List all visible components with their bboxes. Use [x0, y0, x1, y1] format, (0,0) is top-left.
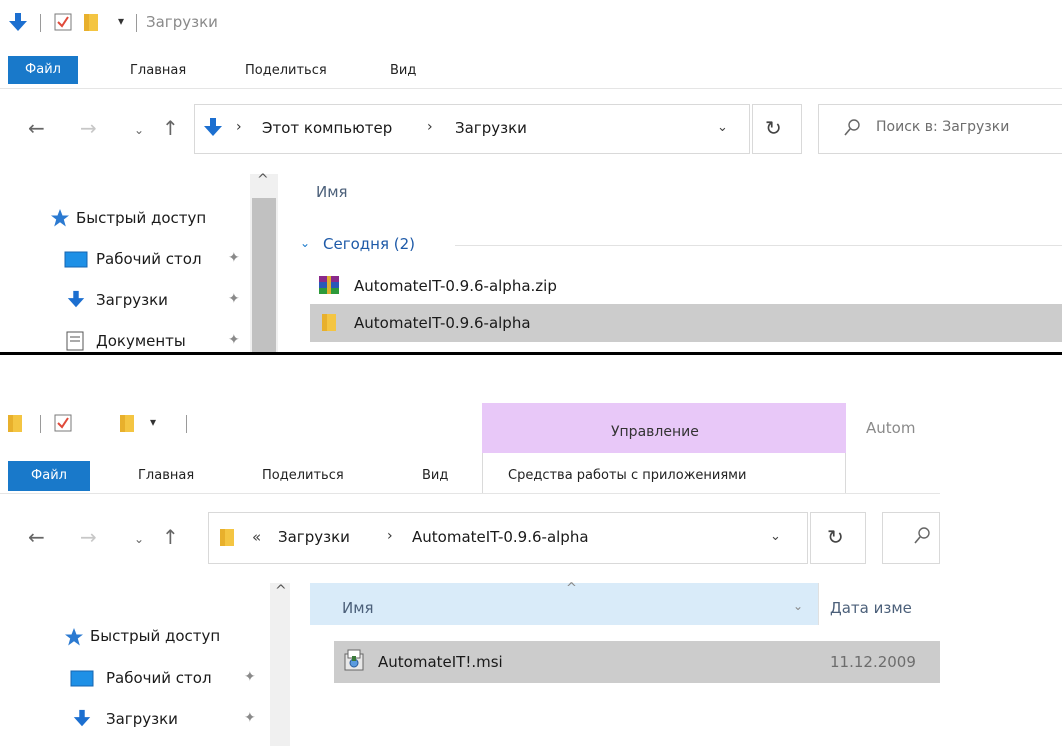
scroll-up-icon[interactable]: ^ [257, 172, 269, 188]
up-button[interactable]: ↑ [162, 527, 179, 547]
msi-installer-icon [344, 649, 364, 671]
group-collapse-icon[interactable]: ⌄ [300, 236, 310, 250]
sidebar-item-desktop[interactable]: Рабочий сто⁠л [96, 250, 226, 268]
file-date-modified: 11.12.2009 [830, 653, 916, 671]
ribbon-divider [0, 493, 940, 494]
back-button[interactable]: ← [28, 118, 45, 138]
scroll-up-icon[interactable]: ^ [275, 583, 287, 599]
quick-access-star-icon [51, 209, 69, 227]
sidebar-item-downloads[interactable]: Загрузки [96, 291, 168, 309]
tab-share[interactable]: Поделиться [245, 63, 327, 78]
qat-dropdown-icon[interactable]: ▾ [118, 14, 124, 28]
pin-icon: ✦ [228, 291, 240, 307]
file-name-msi: AutomateIT!.msi [378, 653, 503, 671]
sidebar-quick-access[interactable]: Быстрый доступ [90, 627, 220, 645]
breadcrumb-separator: › [427, 119, 433, 135]
tab-share[interactable]: Поделиться [262, 468, 344, 483]
recent-locations-chevron-icon[interactable]: ⌄ [134, 529, 144, 549]
tab-file[interactable]: Файл [8, 56, 78, 84]
desktop-icon [70, 670, 94, 687]
tab-home[interactable]: Главная [138, 468, 194, 483]
contextual-tab-title: Управление [611, 424, 699, 440]
recent-locations-chevron-icon[interactable]: ⌄ [134, 120, 144, 140]
breadcrumb-separator: › [387, 528, 393, 544]
download-arrow-icon [67, 290, 85, 308]
desktop-icon [64, 251, 88, 268]
search-input[interactable]: Поиск в: Загрузки [876, 119, 1009, 135]
separator [186, 415, 187, 433]
column-header-date[interactable]: Дата изме [830, 599, 940, 617]
breadcrumb-separator: › [236, 119, 242, 135]
folder-icon [322, 314, 336, 331]
sidebar-quick-access[interactable]: Быстрый доступ [76, 209, 206, 227]
documents-icon [66, 331, 84, 351]
breadcrumb-computer[interactable]: Этот компьютер [262, 119, 392, 137]
file-name-zip: AutomateIT-0.9.6-alpha.zip [354, 277, 557, 295]
back-button[interactable]: ← [28, 527, 45, 547]
column-separator [818, 583, 819, 625]
pin-icon: ✦ [244, 710, 256, 726]
column-header-name-label: Имя [342, 599, 374, 617]
search-box[interactable] [882, 512, 940, 564]
properties-checkbox-icon[interactable] [54, 13, 72, 31]
sidebar-item-desktop[interactable]: Рабочий сто⁠л [106, 669, 242, 687]
window-title: Autom [866, 419, 916, 437]
refresh-icon: ↻ [765, 116, 782, 140]
column-header-name[interactable] [310, 583, 818, 625]
search-icon [914, 527, 930, 544]
tab-view[interactable]: Вид [390, 63, 416, 78]
address-dropdown-icon[interactable]: ⌄ [717, 120, 728, 135]
tab-application-tools[interactable]: Средства работы с приложениями [508, 468, 746, 483]
breadcrumb-overflow[interactable]: « [252, 528, 261, 546]
explorer-window-downloads: ▾ Загрузки Файл Главная Поделиться Вид ←… [0, 0, 1062, 352]
folder-icon [8, 415, 22, 432]
forward-button[interactable]: → [80, 527, 97, 547]
explorer-window-automateit: ▾ Управление Autom Файл Главная Поделить… [0, 355, 1062, 746]
new-folder-icon[interactable] [120, 413, 136, 433]
sidebar-item-downloads[interactable]: Загрузки [106, 710, 178, 728]
column-header-name[interactable]: Имя [316, 183, 348, 201]
quick-access-star-icon [65, 628, 83, 646]
group-line [455, 245, 1062, 246]
separator [40, 14, 41, 32]
ribbon-divider [0, 88, 1062, 89]
up-button[interactable]: ↑ [162, 118, 179, 138]
download-arrow-icon [73, 709, 91, 727]
folder-icon [220, 529, 234, 546]
tab-home[interactable]: Главная [130, 63, 186, 78]
forward-button[interactable]: → [80, 118, 97, 138]
winrar-archive-icon [319, 276, 339, 294]
nav-pane-scrollbar[interactable] [270, 583, 290, 746]
separator [40, 415, 41, 433]
tab-view[interactable]: Вид [422, 468, 448, 483]
breadcrumb-downloads[interactable]: Загрузки [455, 119, 527, 137]
pin-icon: ✦ [244, 669, 256, 685]
tab-file[interactable]: Файл [8, 461, 90, 491]
scrollbar-thumb[interactable] [252, 198, 276, 352]
group-header-today[interactable]: Сегодня (2) [323, 235, 415, 253]
pin-icon: ✦ [228, 332, 240, 348]
properties-checkbox-icon[interactable] [54, 414, 72, 432]
column-filter-dropdown-icon[interactable]: ⌄ [793, 599, 803, 613]
new-folder-icon[interactable] [84, 12, 100, 32]
refresh-icon: ↻ [827, 525, 844, 549]
download-arrow-icon [204, 118, 222, 136]
sort-ascending-icon: ^ [566, 581, 577, 596]
breadcrumb-downloads[interactable]: Загрузки [278, 528, 350, 546]
separator [136, 14, 137, 32]
file-name-folder: AutomateIT-0.9.6-alpha [354, 314, 531, 332]
sidebar-item-documents[interactable]: Документы [96, 332, 186, 350]
address-dropdown-icon[interactable]: ⌄ [770, 529, 781, 544]
qat-dropdown-icon[interactable]: ▾ [150, 415, 156, 429]
download-arrow-icon[interactable] [8, 12, 28, 34]
breadcrumb-current-folder[interactable]: AutomateIT-0.9.6-alpha [412, 528, 589, 546]
search-icon [844, 119, 860, 136]
window-title: Загрузки [146, 13, 218, 31]
pin-icon: ✦ [228, 250, 240, 266]
